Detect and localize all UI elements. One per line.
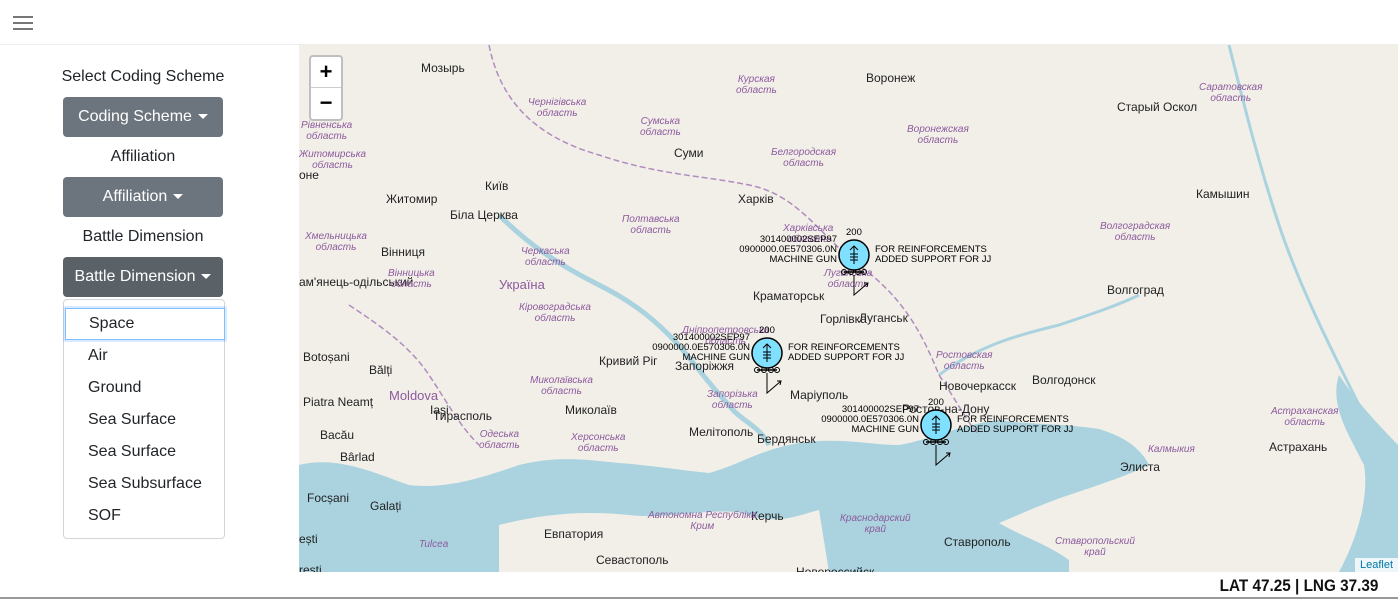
battle-dimension-button-label: Battle Dimension	[74, 268, 196, 285]
coding-scheme-button[interactable]: Coding Scheme	[63, 97, 223, 137]
symbol-layer	[751, 239, 952, 467]
direction-arrow-icon	[766, 373, 782, 395]
dropdown-item-sea-surface-2[interactable]: Sea Surface	[64, 436, 224, 468]
affiliation-button[interactable]: Affiliation	[63, 177, 223, 217]
dropdown-item-space[interactable]: Space	[65, 308, 225, 340]
zoom-out-button[interactable]: −	[311, 88, 341, 118]
cursor-coordinates: LAT 47.25 | LNG 37.39	[1219, 576, 1378, 595]
coding-scheme-button-label: Coding Scheme	[78, 108, 192, 125]
affiliation-button-label: Affiliation	[102, 188, 168, 205]
top-navbar	[0, 0, 1398, 45]
menu-icon[interactable]	[13, 16, 33, 30]
dropdown-item-sea-subsurface[interactable]: Sea Subsurface	[64, 468, 224, 500]
sidebar: Select Coding Scheme Coding Scheme Affil…	[0, 45, 286, 575]
dropdown-item-sof[interactable]: SOF	[64, 500, 224, 532]
military-symbol[interactable]	[920, 409, 952, 467]
direction-arrow-icon	[935, 445, 951, 467]
dropdown-item-air[interactable]: Air	[64, 340, 224, 372]
battle-dimension-button[interactable]: Battle Dimension	[63, 257, 223, 297]
leaflet-attribution[interactable]: Leaflet	[1354, 558, 1398, 572]
direction-arrow-icon	[853, 275, 869, 297]
zoom-in-button[interactable]: +	[311, 57, 341, 88]
caret-down-icon	[201, 274, 212, 280]
zoom-control: + −	[309, 55, 343, 121]
affiliation-title: Affiliation	[110, 148, 176, 165]
dropdown-item-sea-surface[interactable]: Sea Surface	[64, 404, 224, 436]
caret-down-icon	[197, 114, 208, 120]
map-view[interactable]: МозырьВоронежБалаковоСтарый ОсколСумиКиї…	[299, 45, 1398, 572]
military-symbol[interactable]	[838, 239, 870, 297]
dropdown-item-ground[interactable]: Ground	[64, 372, 224, 404]
battle-dimension-title: Battle Dimension	[82, 228, 204, 245]
caret-down-icon	[173, 194, 184, 200]
coding-scheme-title: Select Coding Scheme	[61, 68, 225, 85]
military-symbol[interactable]	[751, 337, 783, 395]
battle-dimension-dropdown: Space Air Ground Sea Surface Sea Surface…	[63, 299, 225, 539]
